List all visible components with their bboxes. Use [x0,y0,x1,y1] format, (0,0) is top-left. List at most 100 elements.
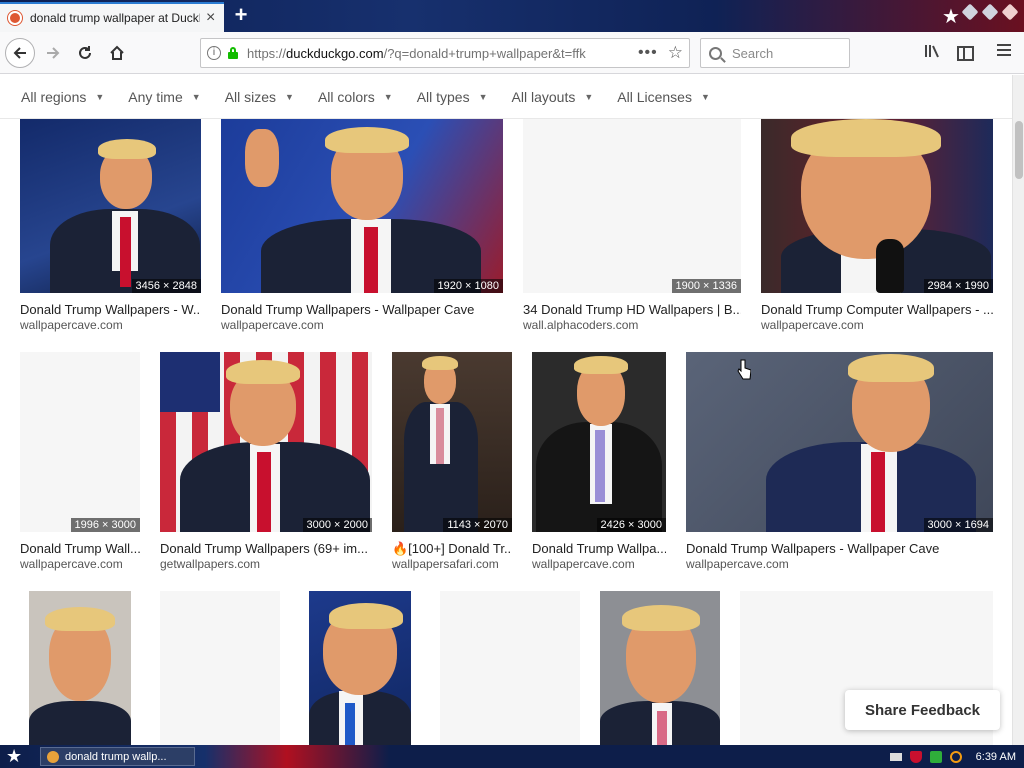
tab-strip: donald trump wallpaper at DuckDuckGo × +… [0,0,1024,32]
shield-icon[interactable] [909,750,922,763]
image-results-grid: 3456 × 2848 Donald Trump Wallpapers - W.… [0,119,1012,745]
image-result[interactable]: 1143 × 2070 🔥[100+] Donald Tr... wallpap… [392,352,512,572]
image-result[interactable] [309,591,411,745]
result-source[interactable]: wallpapercave.com [20,557,140,571]
url-text[interactable]: https://duckduckgo.com/?q=donald+trump+w… [247,46,617,61]
result-thumbnail[interactable]: 2426 × 3000 [532,352,666,532]
result-title[interactable]: Donald Trump Wall... [20,541,140,556]
image-result[interactable]: 2984 × 1990 Donald Trump Computer Wallpa… [761,119,993,334]
image-result[interactable] [29,591,131,745]
result-thumbnail[interactable]: 3000 × 2000 [160,352,372,532]
result-thumbnail[interactable] [440,591,580,745]
reload-button[interactable] [70,38,100,68]
tab-close-icon[interactable]: × [206,10,215,26]
back-button[interactable] [5,38,35,68]
result-source[interactable]: wallpapercave.com [20,318,201,332]
result-source[interactable]: wallpapercave.com [221,318,503,332]
result-title[interactable]: Donald Trump Wallpapers - Wallpaper Cave [221,302,503,317]
url-prefix: https:// [247,45,287,61]
result-title[interactable]: Donald Trump Wallpapers - W... [20,302,201,317]
filter-regions[interactable]: All regions ▼ [21,89,104,105]
result-thumbnail[interactable]: 1143 × 2070 [392,352,512,532]
info-icon[interactable]: i [207,46,221,60]
result-title[interactable]: Donald Trump Computer Wallpapers - ... [761,302,993,317]
image-result[interactable]: 2426 × 3000 Donald Trump Wallpa... wallp… [532,352,666,572]
result-source[interactable]: wallpapersafari.com [392,557,512,571]
result-thumbnail[interactable]: 3000 × 1694 [686,352,993,532]
image-result[interactable] [600,591,720,745]
result-thumbnail[interactable] [160,591,280,745]
result-thumbnail[interactable] [600,591,720,745]
result-source[interactable]: wallpapercave.com [686,557,993,571]
page-actions-icon[interactable]: ••• [638,44,658,62]
filter-label: All colors [317,88,375,105]
image-result[interactable] [160,591,280,745]
result-title[interactable]: 🔥[100+] Donald Tr... [392,541,512,557]
library-icon[interactable] [924,43,942,63]
taskbar-window-button[interactable]: donald trump wallp... [40,747,195,766]
image-result[interactable]: 1996 × 3000 Donald Trump Wall... wallpap… [20,352,140,572]
minimize-button[interactable] [961,3,979,21]
system-tray: 6:39 AM [889,745,1024,768]
result-thumbnail[interactable]: 1996 × 3000 [20,352,140,532]
address-bar[interactable]: i https://duckduckgo.com/?q=donald+trump… [200,38,690,68]
image-dimensions: 1996 × 3000 [70,518,140,532]
search-tray-icon[interactable] [949,750,962,763]
result-source[interactable]: getwallpapers.com [160,557,372,571]
result-title[interactable]: Donald Trump Wallpapers (69+ im... [160,541,372,556]
search-icon [709,46,722,60]
navigation-toolbar: i https://duckduckgo.com/?q=donald+trump… [0,32,1024,74]
filter-licenses[interactable]: All Licenses ▼ [617,89,710,105]
image-result[interactable]: 1920 × 1080 Donald Trump Wallpapers - Wa… [221,119,503,334]
bookmark-star-icon[interactable]: ☆ [668,43,683,63]
home-button[interactable] [102,38,132,68]
result-source[interactable]: wall.alphacoders.com [523,318,741,332]
result-source[interactable]: wallpapercave.com [532,557,666,571]
new-tab-button[interactable]: + [230,4,252,26]
result-title[interactable]: Donald Trump Wallpapers - Wallpaper Cave [686,541,993,556]
result-thumbnail[interactable]: 2984 × 1990 [761,119,993,293]
page-scrollbar[interactable] [1012,75,1024,745]
menu-icon[interactable] [996,43,1012,63]
filter-sizes[interactable]: All sizes ▼ [225,89,294,105]
os-taskbar: ★ donald trump wallp... 6:39 AM [0,745,1024,768]
result-thumbnail[interactable] [29,591,131,745]
search-box[interactable]: Search [700,38,850,68]
result-thumbnail[interactable]: 1920 × 1080 [221,119,503,293]
image-result[interactable]: 1900 × 1336 34 Donald Trump HD Wallpaper… [523,119,741,334]
share-feedback-button[interactable]: Share Feedback [845,690,1000,730]
url-domain: duckduckgo.com [286,45,384,61]
filter-layouts[interactable]: All layouts ▼ [512,89,594,105]
filter-label: All regions [21,88,87,105]
forward-button[interactable] [38,38,68,68]
result-thumbnail[interactable]: 3456 × 2848 [20,119,201,293]
image-result[interactable]: 3456 × 2848 Donald Trump Wallpapers - W.… [20,119,201,334]
lock-icon[interactable] [227,47,239,59]
tab-active[interactable]: donald trump wallpaper at DuckDuckGo × [0,2,224,32]
filter-label: All types [416,88,470,105]
result-source[interactable]: wallpapercave.com [761,318,993,332]
image-dimensions: 2984 × 1990 [923,279,993,293]
result-thumbnail[interactable] [309,591,411,745]
reload-icon [79,46,91,59]
maximize-button[interactable] [981,3,999,21]
network-icon[interactable] [929,750,942,763]
sidebar-icon[interactable] [957,46,974,61]
image-result[interactable] [440,591,580,745]
result-thumbnail[interactable]: 1900 × 1336 [523,119,741,293]
close-window-button[interactable] [1001,3,1019,21]
image-result[interactable]: 3000 × 2000 Donald Trump Wallpapers (69+… [160,352,372,572]
keyboard-icon[interactable] [889,752,902,761]
filter-time[interactable]: Any time ▼ [128,89,200,105]
filter-types[interactable]: All types ▼ [417,89,488,105]
star-icon: ★ [942,6,960,28]
home-icon [110,45,124,60]
caret-down-icon: ▼ [191,91,201,102]
filter-colors[interactable]: All colors ▼ [318,89,393,105]
result-title[interactable]: Donald Trump Wallpa... [532,541,666,556]
result-title[interactable]: 34 Donald Trump HD Wallpapers | B... [523,302,741,317]
clock[interactable]: 6:39 AM [976,751,1016,763]
scrollbar-thumb[interactable] [1015,121,1023,179]
start-star-icon[interactable]: ★ [6,746,22,767]
image-result[interactable]: 3000 × 1694 Donald Trump Wallpapers - Wa… [686,352,993,572]
